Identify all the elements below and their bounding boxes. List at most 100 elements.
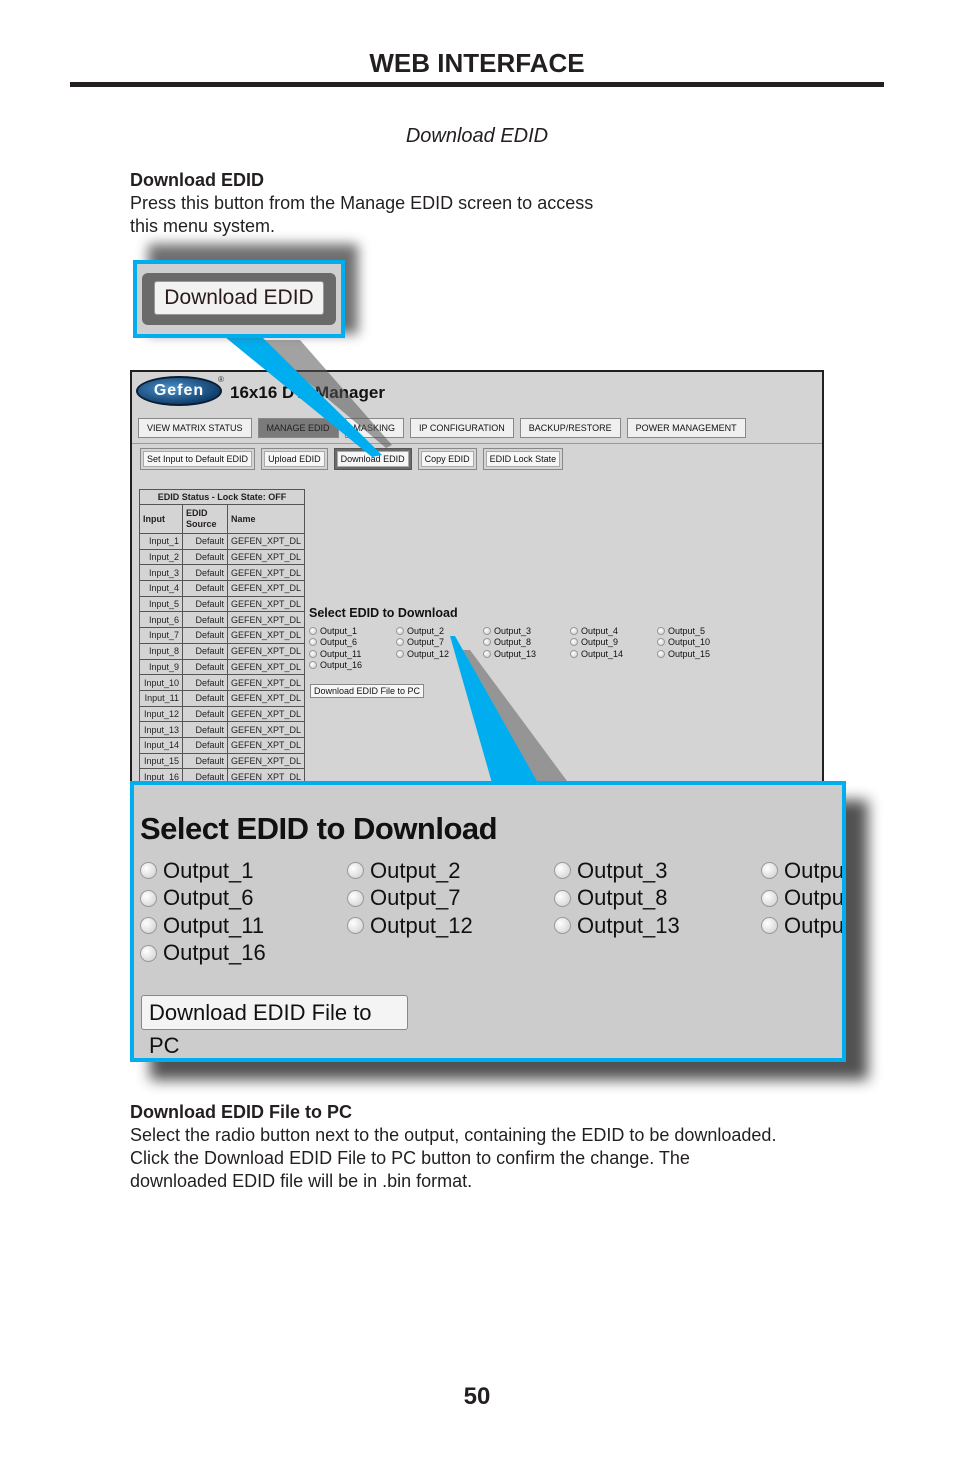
output-radio-option[interactable]: Output_2 — [396, 625, 483, 637]
output-radio-option[interactable]: Output_12 — [396, 648, 483, 660]
output-radio-option[interactable]: Output_7 — [396, 637, 483, 649]
name-cell: GEFEN_XPT_DL — [226, 611, 306, 629]
name-cell: GEFEN_XPT_DL — [226, 595, 306, 613]
table-row: Input_12 Default GEFEN_XPT_DL — [139, 705, 306, 723]
output-radio-option[interactable]: Output_13 — [483, 648, 570, 660]
tab-power-management[interactable]: POWER MANAGEMENT — [626, 418, 746, 438]
output-radio-option[interactable]: Output_9 — [570, 637, 657, 649]
radio-button[interactable] — [309, 649, 317, 658]
edid-status-table: EDID Status - Lock State: OFF Input EDID… — [138, 489, 306, 785]
radio-button[interactable] — [761, 862, 778, 880]
radio-button[interactable] — [554, 917, 571, 935]
radio-button[interactable] — [483, 649, 491, 658]
radio-button[interactable] — [140, 889, 157, 907]
output-radio-option[interactable]: Output_6 — [309, 637, 396, 649]
radio-button[interactable] — [140, 917, 157, 935]
output-radio-option[interactable]: Output_7 — [347, 885, 554, 913]
output-radio-option[interactable]: Output_15 — [657, 648, 744, 660]
output-radio-option[interactable]: Output_13 — [554, 912, 761, 940]
radio-button[interactable] — [657, 626, 665, 635]
edid-sub-buttons: Set Input to Default EDID Upload EDID Do… — [140, 448, 564, 470]
output-radio-option[interactable]: Output_4 — [570, 625, 657, 637]
download-edid-file-button[interactable]: Download EDID File to PC — [310, 684, 425, 698]
select-edid-title: Select EDID to Download — [309, 606, 458, 620]
output-radio-option[interactable]: Output_3 — [554, 857, 761, 885]
output-radio-option[interactable]: Output_1 — [140, 857, 347, 885]
radio-button[interactable] — [554, 862, 571, 880]
radio-button[interactable] — [761, 917, 778, 935]
set-input-default-edid-button[interactable]: Set Input to Default EDID — [140, 448, 256, 470]
radio-button[interactable] — [657, 649, 665, 658]
radio-button[interactable] — [309, 626, 317, 635]
copy-edid-button[interactable]: Copy EDID — [417, 448, 477, 470]
tab-view-matrix-status[interactable]: VIEW MATRIX STATUS — [138, 418, 252, 438]
output-label: Output_11 — [163, 912, 265, 938]
radio-button[interactable] — [396, 649, 404, 658]
output-radio-option[interactable]: Output_16 — [309, 660, 396, 672]
output-radio-option[interactable]: Output_2 — [347, 857, 554, 885]
output-radio-option[interactable]: Output_6 — [140, 885, 347, 913]
output-radio-option[interactable]: Outpu — [761, 885, 842, 913]
output-label: Output_13 — [494, 648, 537, 659]
output-radio-option[interactable]: Output_10 — [657, 637, 744, 649]
name-cell: GEFEN_XPT_DL — [226, 674, 306, 691]
radio-button[interactable] — [396, 638, 404, 647]
radio-button[interactable] — [570, 626, 578, 635]
output-radio-option[interactable]: Output_14 — [570, 648, 657, 660]
input-cell: Input_11 — [139, 689, 183, 707]
output-label: Output_8 — [577, 885, 668, 911]
radio-button[interactable] — [483, 626, 491, 635]
col-edid-source: EDID Source — [182, 504, 228, 534]
input-cell: Input_10 — [139, 674, 183, 691]
table-row: Input_6 Default GEFEN_XPT_DL — [139, 611, 306, 629]
output-radio-option[interactable]: Outpu — [761, 912, 842, 940]
radio-button[interactable] — [396, 626, 404, 635]
upload-edid-button[interactable]: Upload EDID — [261, 448, 328, 470]
radio-button[interactable] — [570, 649, 578, 658]
output-radio-option[interactable]: Output_11 — [140, 912, 347, 940]
table-row: Input_4 Default GEFEN_XPT_DL — [139, 580, 306, 597]
table-row: Input_9 Default GEFEN_XPT_DL — [139, 658, 306, 676]
table-row: Input_13 Default GEFEN_XPT_DL — [139, 721, 306, 738]
output-radio-option[interactable]: Output_5 — [657, 625, 744, 637]
input-cell: Input_2 — [139, 548, 183, 566]
radio-button[interactable] — [309, 661, 317, 670]
table-row: Input_5 Default GEFEN_XPT_DL — [139, 595, 306, 613]
radio-button[interactable] — [347, 917, 364, 935]
output-radio-option[interactable]: Output_8 — [483, 637, 570, 649]
output-radio-option[interactable]: Output_8 — [554, 885, 761, 913]
output-label: Output_8 — [494, 637, 532, 648]
zoomed-download-edid-file-button[interactable]: Download EDID File to PC — [141, 995, 408, 1058]
radio-button[interactable] — [761, 889, 778, 907]
output-label: Output_12 — [407, 648, 450, 659]
name-cell: GEFEN_XPT_DL — [226, 721, 306, 738]
radio-button[interactable] — [140, 862, 157, 880]
tab-masking[interactable]: MASKING — [344, 418, 405, 438]
output-radio-option[interactable]: Output_16 — [140, 940, 347, 968]
input-cell: Input_1 — [139, 533, 183, 550]
radio-button[interactable] — [140, 944, 157, 962]
name-cell: GEFEN_XPT_DL — [226, 705, 306, 723]
radio-button[interactable] — [657, 638, 665, 647]
table-row: Input_1 Default GEFEN_XPT_DL — [139, 533, 306, 550]
radio-button[interactable] — [483, 638, 491, 647]
zoomed-download-edid-button[interactable]: Download EDID — [154, 281, 324, 315]
radio-button[interactable] — [554, 889, 571, 907]
download-edid-button[interactable]: Download EDID — [333, 448, 412, 470]
output-radio-option[interactable]: Output_3 — [483, 625, 570, 637]
radio-button[interactable] — [309, 638, 317, 647]
tab-backup-restore[interactable]: BACKUP/RESTORE — [519, 418, 621, 438]
radio-button[interactable] — [347, 889, 364, 907]
input-cell: Input_13 — [139, 721, 183, 738]
tab-ip-configuration[interactable]: IP CONFIGURATION — [410, 418, 514, 438]
radio-button[interactable] — [570, 638, 578, 647]
edid-lock-state-button[interactable]: EDID Lock State — [482, 448, 564, 470]
input-cell: Input_8 — [139, 642, 183, 660]
input-cell: Input_9 — [139, 658, 183, 676]
output-radio-option[interactable]: Outpu — [761, 857, 842, 885]
output-radio-option[interactable]: Output_1 — [309, 625, 396, 637]
output-radio-option[interactable]: Output_11 — [309, 648, 396, 660]
radio-button[interactable] — [347, 862, 364, 880]
output-radio-option[interactable]: Output_12 — [347, 912, 554, 940]
tab-manage-edid[interactable]: MANAGE EDID — [257, 418, 339, 438]
